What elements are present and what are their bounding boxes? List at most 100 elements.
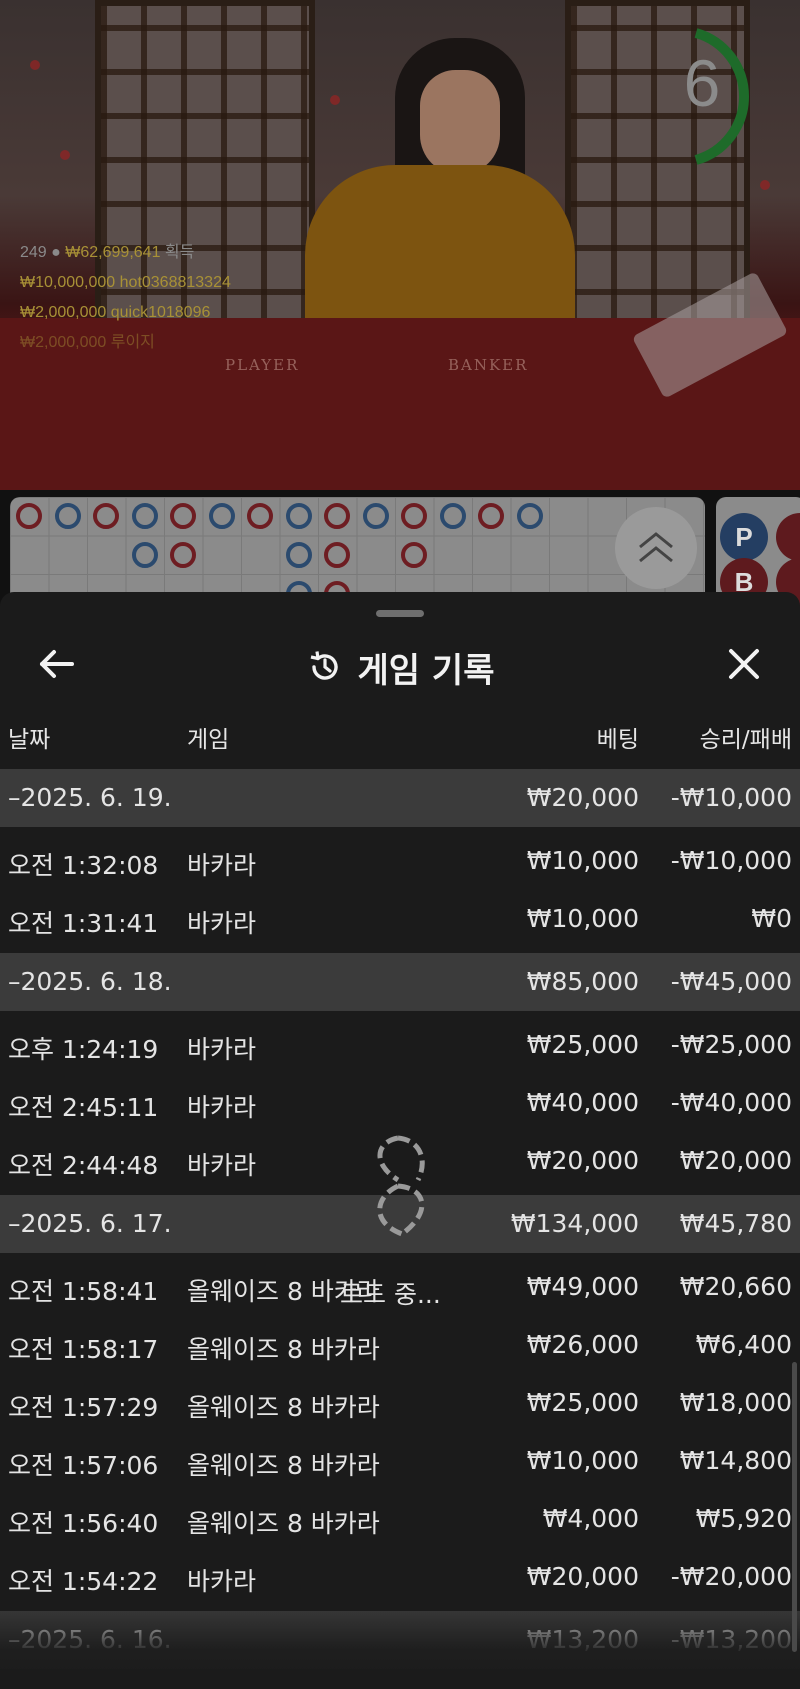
- winner-entry: ₩2,000,000 루이지: [20, 328, 231, 358]
- player-result-dot: [363, 503, 389, 529]
- expand-roadmap-button[interactable]: [615, 507, 697, 589]
- row-result: -₩40,000: [670, 1088, 792, 1117]
- row-time: 오전 2:45:11: [8, 1093, 159, 1122]
- history-row[interactable]: 오전 1:56:40 올웨이즈 8 바카라 ₩4,000 ₩5,920: [0, 1490, 800, 1548]
- row-result: ₩14,800: [679, 1446, 792, 1475]
- blossom-decoration: [60, 150, 70, 160]
- row-time: 오전 1:57:29: [8, 1393, 159, 1422]
- stats-summary: 249 ● ₩62,699,641 획득: [20, 238, 231, 268]
- row-result: ₩20,660: [679, 1272, 792, 1301]
- close-icon: [729, 649, 759, 679]
- row-bet: ₩10,000: [526, 904, 639, 933]
- arrow-left-icon: [40, 650, 74, 678]
- felt-player-label: PLAYER: [225, 356, 300, 374]
- total-win: ₩62,699,641: [65, 244, 161, 261]
- group-bet-total: ₩13,200: [526, 1625, 639, 1654]
- player-result-dot: [517, 503, 543, 529]
- player-result-dot: [55, 503, 81, 529]
- scrollbar[interactable]: [792, 1362, 797, 1652]
- row-bet: ₩49,000: [526, 1272, 639, 1301]
- banker-result-dot: [16, 503, 42, 529]
- group-bet-total: ₩134,000: [510, 1209, 639, 1238]
- row-time: 오전 1:54:22: [8, 1567, 159, 1596]
- group-result-total: ₩45,780: [679, 1209, 792, 1238]
- row-result: -₩20,000: [670, 1562, 792, 1591]
- winner-amount: ₩2,000,000: [20, 304, 107, 321]
- row-result: ₩5,920: [695, 1504, 792, 1533]
- row-result: -₩10,000: [670, 846, 792, 875]
- row-result: ₩6,400: [695, 1330, 792, 1359]
- winner-name: 루이지: [110, 334, 155, 351]
- back-button[interactable]: [30, 638, 82, 690]
- row-game: 바카라: [187, 1151, 257, 1180]
- column-headers: 날짜 게임 베팅 승리/패배: [0, 720, 800, 764]
- countdown-number: 6: [683, 46, 721, 120]
- history-row[interactable]: 오전 1:31:41 바카라 ₩10,000 ₩0: [0, 890, 800, 948]
- group-date: –2025. 6. 18.: [8, 967, 172, 996]
- row-result: -₩25,000: [670, 1030, 792, 1059]
- banker-result-dot: [93, 503, 119, 529]
- group-date: –2025. 6. 19.: [8, 783, 172, 812]
- winner-amount: ₩2,000,000: [20, 334, 107, 351]
- banker-result-dot: [401, 542, 427, 568]
- banker-result-dot: [401, 503, 427, 529]
- row-bet: ₩20,000: [526, 1146, 639, 1175]
- row-bet: ₩26,000: [526, 1330, 639, 1359]
- tie-result-dot: [209, 503, 235, 529]
- row-game: 올웨이즈 8 바카라: [187, 1509, 380, 1538]
- bead-road-grid: [10, 497, 705, 607]
- player-result-dot: [132, 542, 158, 568]
- blossom-decoration: [330, 95, 340, 105]
- row-result: ₩18,000: [679, 1388, 792, 1417]
- history-row[interactable]: 오전 1:58:17 올웨이즈 8 바카라 ₩26,000 ₩6,400: [0, 1316, 800, 1374]
- row-game: 올웨이즈 8 바카라: [187, 1335, 380, 1364]
- drag-handle[interactable]: [376, 610, 424, 617]
- row-time: 오전 1:31:41: [8, 909, 159, 938]
- banker-result-dot: [170, 542, 196, 568]
- winner-name: hot0368813324: [119, 274, 231, 291]
- date-group-row[interactable]: –2025. 6. 19. ₩20,000 -₩10,000: [0, 769, 800, 827]
- row-time: 오전 1:56:40: [8, 1509, 159, 1538]
- row-result: ₩20,000: [679, 1146, 792, 1175]
- history-icon: [310, 651, 338, 680]
- history-row[interactable]: 오전 1:54:22 바카라 ₩20,000 -₩20,000: [0, 1548, 800, 1606]
- row-time: 오전 1:58:41: [8, 1277, 159, 1306]
- group-bet-total: ₩20,000: [526, 783, 639, 812]
- player-result-dot: [286, 503, 312, 529]
- player-result-dot: [132, 503, 158, 529]
- title-group: 게임 기록: [0, 622, 800, 712]
- page-title: 게임 기록: [357, 650, 495, 691]
- group-result-total: -₩10,000: [670, 783, 792, 812]
- banker-result-dot: [324, 503, 350, 529]
- close-button[interactable]: [718, 638, 770, 690]
- col-date: 날짜: [8, 727, 51, 753]
- date-group-row[interactable]: –2025. 6. 18. ₩85,000 -₩45,000: [0, 953, 800, 1011]
- winner-name: quick1018096: [110, 304, 211, 321]
- col-bet: 베팅: [596, 727, 639, 753]
- loading-spinner-icon: [377, 1135, 425, 1237]
- history-row[interactable]: 오후 1:24:19 바카라 ₩25,000 -₩25,000: [0, 1016, 800, 1074]
- row-time: 오전 2:44:48: [8, 1151, 159, 1180]
- row-game: 바카라: [187, 1035, 257, 1064]
- player-prediction-button[interactable]: P: [720, 513, 768, 561]
- col-game: 게임: [187, 727, 230, 753]
- history-row[interactable]: 오전 2:45:11 바카라 ₩40,000 -₩40,000: [0, 1074, 800, 1132]
- row-time: 오전 1:32:08: [8, 851, 159, 880]
- row-bet: ₩20,000: [526, 1562, 639, 1591]
- dealer-figure: [420, 70, 500, 175]
- loading-text: 로드 중...: [340, 1280, 441, 1309]
- row-bet: ₩4,000: [542, 1504, 639, 1533]
- date-group-row[interactable]: –2025. 6. 16. ₩13,200 -₩13,200: [0, 1611, 800, 1669]
- banker-result-dot: [247, 503, 273, 529]
- row-game: 바카라: [187, 1093, 257, 1122]
- player-count: 249: [20, 244, 47, 261]
- history-row[interactable]: 오전 1:57:06 올웨이즈 8 바카라 ₩10,000 ₩14,800: [0, 1432, 800, 1490]
- row-game: 올웨이즈 8 바카라: [187, 1451, 380, 1480]
- row-game: 바카라: [187, 909, 257, 938]
- row-game: 올웨이즈 8 바카라: [187, 1393, 380, 1422]
- history-row[interactable]: 오전 1:32:08 바카라 ₩10,000 -₩10,000: [0, 832, 800, 890]
- row-time: 오후 1:24:19: [8, 1035, 159, 1064]
- row-spacer: [0, 1669, 800, 1674]
- history-row[interactable]: 오전 1:57:29 올웨이즈 8 바카라 ₩25,000 ₩18,000: [0, 1374, 800, 1432]
- row-game: 바카라: [187, 851, 257, 880]
